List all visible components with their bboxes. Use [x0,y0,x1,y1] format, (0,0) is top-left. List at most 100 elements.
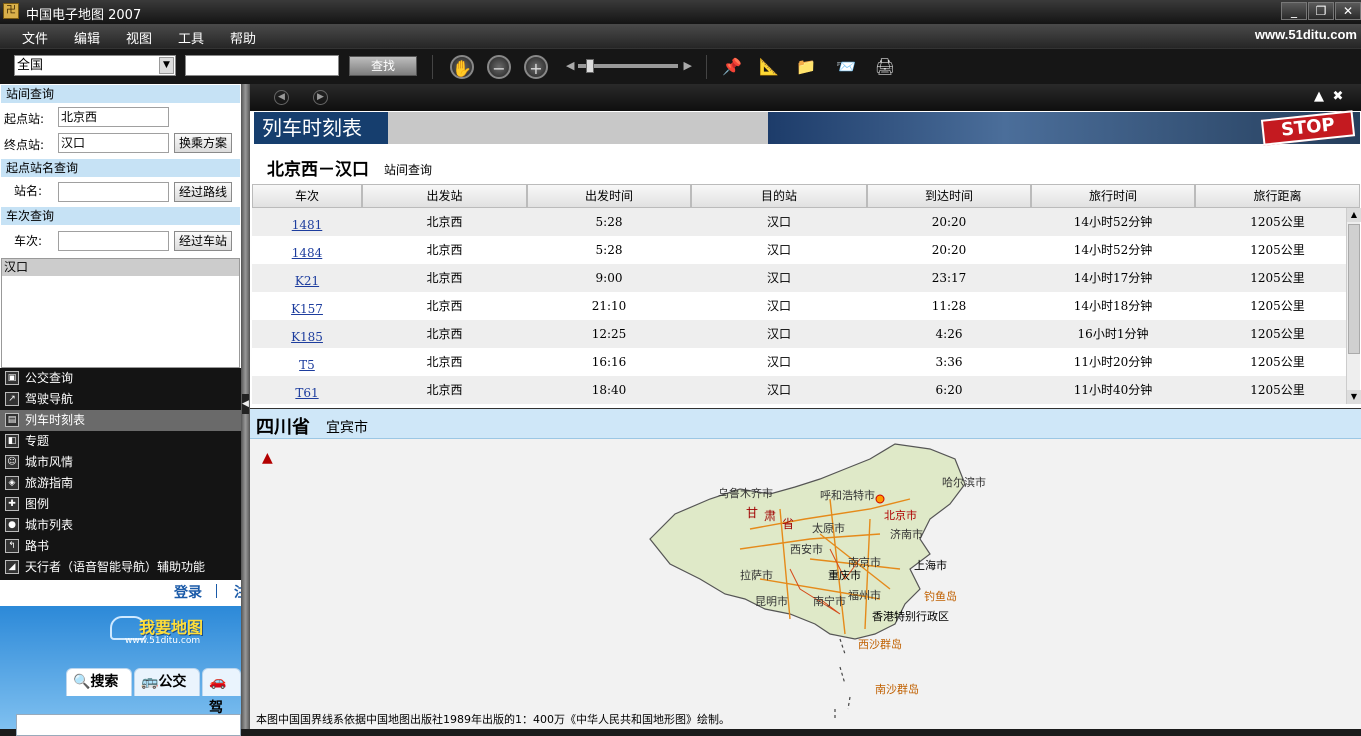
nav-city-scene[interactable]: ☺ 城市风情 [0,452,241,473]
print-icon[interactable]: 🖨 [873,55,897,79]
map-label-nanning: 南宁市 [813,595,846,608]
zoom-out-icon[interactable]: − [487,55,511,79]
table-cell: 汉口 [766,355,791,369]
map-label-fuzhou: 福州市 [848,589,881,602]
scroll-up-icon[interactable]: ▲ [1347,208,1361,222]
back-icon[interactable]: ◀ [274,90,289,105]
table-cell: 3:36 [935,355,963,369]
nav-driving[interactable]: ↗ 驾驶导航 [0,389,241,410]
train-number-link[interactable]: 1481 [252,211,362,239]
nav-topic[interactable]: ◧ 专题 [0,431,241,452]
nav-train-schedule[interactable]: ▤ 列车时刻表 [0,410,241,431]
train-number-link[interactable]: T61 [252,379,362,406]
station-name-input[interactable] [58,182,169,202]
nav-roadbook[interactable]: ↰ 路书 [0,536,241,557]
train-number-link[interactable]: 1484 [252,239,362,267]
transfer-plan-button[interactable]: 换乘方案 [174,133,232,153]
table-scrollbar[interactable]: ▲ ▼ [1346,208,1361,404]
train-number-link[interactable]: K185 [252,323,362,351]
zoom-right-arrow-icon[interactable]: ▶ [684,59,692,72]
table-cell: 11小时20分钟 [1073,355,1153,369]
table-cell: 汉口 [766,299,791,313]
map-view[interactable]: 四川省 宜宾市 ▲ 乌鲁木齐市 呼和浩特市 哈尔滨市 甘 肃 省 北京市 太原市… [250,408,1361,729]
zoom-left-arrow-icon[interactable]: ◀ [566,59,574,72]
scroll-down-icon[interactable]: ▼ [1347,390,1361,404]
toolbar-divider [432,55,433,79]
col-destination[interactable]: 目的站 [691,184,867,208]
tab-bus[interactable]: 🚌公交 [134,668,200,696]
collapse-left-icon[interactable]: ◀ [242,394,249,414]
restore-button[interactable]: ❐ [1308,2,1334,20]
table-row[interactable]: T61 北京西 18:40 汉口 6:20 11小时40分钟 1205公里 [252,376,1346,404]
menu-view[interactable]: 视图 [126,28,152,47]
tab-drive[interactable]: 🚗驾 [202,668,241,716]
scroll-thumb[interactable] [1348,224,1360,354]
brand-logo-text: 我要地图 [139,618,204,637]
menu-tools[interactable]: 工具 [178,28,204,47]
train-number-link[interactable]: K157 [252,295,362,323]
nav-city-list[interactable]: ● 城市列表 [0,515,241,536]
table-row[interactable]: 1484 北京西 5:28 汉口 20:20 14小时52分钟 1205公里 [252,236,1346,264]
login-link[interactable]: 登录 [174,582,202,602]
ruler-icon[interactable]: 📐 [757,55,781,79]
table-cell: 11:28 [931,299,967,313]
minimize-button[interactable]: _ [1281,2,1307,20]
site-url[interactable]: www.51ditu.com [1255,27,1357,42]
zoom-slider[interactable]: ◀ ▶ [566,59,692,73]
search-input[interactable] [185,55,339,76]
map-label-beijing: 北京市 [884,509,917,522]
china-map[interactable] [630,439,990,725]
collapse-up-icon[interactable]: ▲ [1312,90,1326,104]
train-number-label: 车次: [14,234,43,248]
pin-icon[interactable]: 📌 [720,55,744,79]
send-icon[interactable]: 📨 [834,55,858,79]
brand-logo[interactable]: 我要地图 www.51ditu.com [105,614,220,650]
stations-through-button[interactable]: 经过车站 [174,231,232,251]
table-cell: 1205公里 [1250,327,1305,341]
table-row[interactable]: K21 北京西 9:00 汉口 23:17 14小时17分钟 1205公里 [252,264,1346,292]
col-depart-station[interactable]: 出发站 [362,184,527,208]
table-row[interactable]: T5 北京西 16:16 汉口 3:36 11小时20分钟 1205公里 [252,348,1346,376]
chevron-down-icon[interactable]: ▼ [159,57,174,74]
tab-search[interactable]: 🔍搜索 [66,668,132,696]
north-arrow-icon: ▲ [262,450,273,466]
menu-help[interactable]: 帮助 [230,28,256,47]
col-train[interactable]: 车次 [252,184,362,208]
col-depart-time[interactable]: 出发时间 [527,184,691,208]
close-button[interactable]: ✕ [1335,2,1361,20]
brand-logo-url: www.51ditu.com [125,636,201,646]
train-number-link[interactable]: K21 [252,267,362,295]
ad-search-input[interactable] [16,714,241,736]
nav-bus[interactable]: ▣ 公交查询 [0,368,241,389]
nav-legend[interactable]: ✚ 图例 [0,494,241,515]
panel-splitter[interactable]: ◀ [241,84,250,729]
col-travel-time[interactable]: 旅行时间 [1031,184,1195,208]
menu-edit[interactable]: 编辑 [74,28,100,47]
zoom-in-icon[interactable]: + [524,55,548,79]
table-row[interactable]: 1481 北京西 5:28 汉口 20:20 14小时52分钟 1205公里 [252,208,1346,236]
close-panel-icon[interactable]: ✖ [1331,90,1345,104]
login-divider [216,584,217,598]
nav-voice-nav[interactable]: ◢ 天行者（语音智能导航）辅助功能 [0,557,241,578]
col-arrive-time[interactable]: 到达时间 [867,184,1031,208]
find-button[interactable]: 查找 [349,56,417,76]
start-station-header: 起点站名查询 [1,159,240,177]
table-row[interactable]: K185 北京西 12:25 汉口 4:26 16小时1分钟 1205公里 [252,320,1346,348]
region-select[interactable]: 全国 ▼ [14,55,176,76]
result-list[interactable]: 汉口 [1,258,240,368]
menu-file[interactable]: 文件 [22,28,48,47]
table-cell: 16:16 [591,355,627,369]
forward-icon[interactable]: ▶ [313,90,328,105]
col-distance[interactable]: 旅行距离 [1195,184,1360,208]
route-through-button[interactable]: 经过路线 [174,182,232,202]
table-row[interactable]: K157 北京西 21:10 汉口 11:28 14小时18分钟 1205公里 [252,292,1346,320]
hand-pan-icon[interactable]: ✋ [450,55,474,79]
folder-icon[interactable]: 📁 [794,55,818,79]
zoom-knob[interactable] [586,59,594,73]
train-number-link[interactable]: T5 [252,351,362,379]
result-list-item[interactable]: 汉口 [2,259,239,276]
train-number-input[interactable] [58,231,169,251]
from-station-input[interactable]: 北京西 [58,107,169,127]
to-station-input[interactable]: 汉口 [58,133,169,153]
nav-travel-guide[interactable]: ◈ 旅游指南 [0,473,241,494]
